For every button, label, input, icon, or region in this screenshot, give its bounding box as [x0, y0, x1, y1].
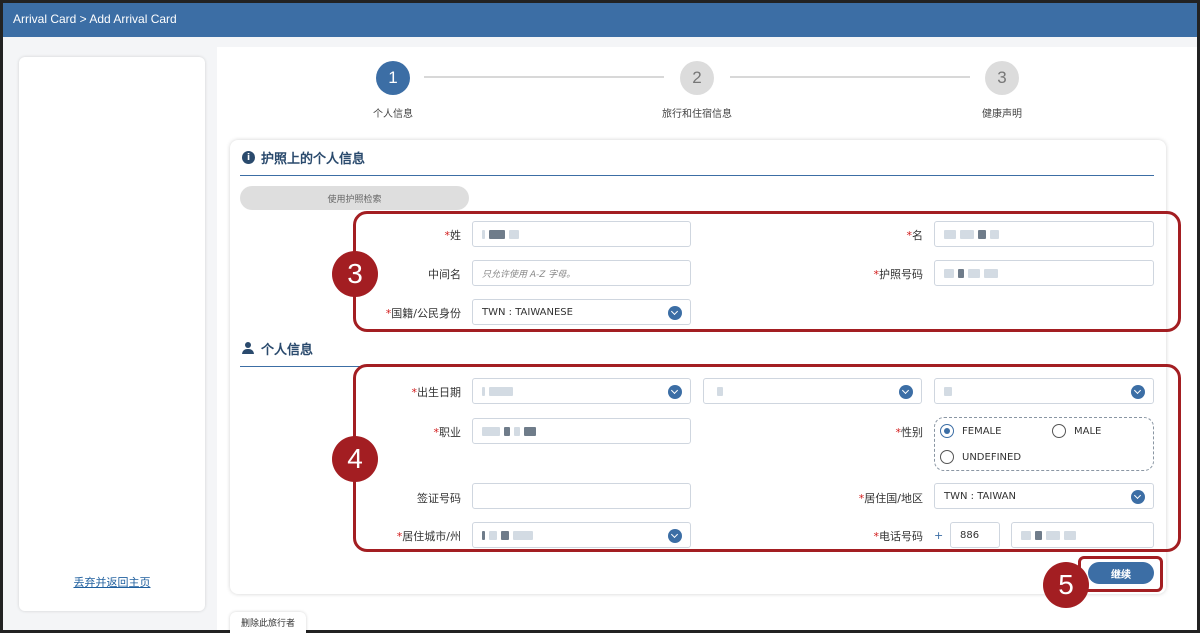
personal-section-title-text: 个人信息 — [261, 343, 314, 358]
highlight-box-4 — [353, 364, 1181, 552]
annotation-badge-4: 4 — [332, 436, 378, 482]
step-2-label: 旅行和住宿信息 — [662, 109, 732, 120]
step-3-number: 3 — [985, 61, 1019, 95]
top-bar: Arrival Card > Add Arrival Card — [3, 3, 1197, 37]
step-1[interactable]: 1 个人信息 — [353, 61, 433, 120]
step-1-number: 1 — [376, 61, 410, 95]
step-3-label: 健康声明 — [982, 109, 1022, 120]
info-icon: i — [242, 151, 255, 164]
step-connector-2 — [730, 76, 970, 78]
passport-section-title: i 护照上的个人信息 — [242, 148, 365, 167]
discard-return-home-link[interactable]: 丢弃并返回主页 — [19, 574, 205, 590]
step-3[interactable]: 3 健康声明 — [962, 61, 1042, 120]
personal-section-title: 个人信息 — [242, 339, 313, 358]
highlight-box-3 — [353, 211, 1181, 332]
step-connector-1 — [424, 76, 664, 78]
passport-section-title-text: 护照上的个人信息 — [261, 152, 366, 167]
annotation-badge-5: 5 — [1043, 562, 1089, 608]
delete-traveler-button[interactable]: 删除此旅行者 — [230, 612, 306, 633]
step-2-number: 2 — [680, 61, 714, 95]
left-sidebar: 丢弃并返回主页 — [19, 57, 205, 611]
passport-scan-button[interactable]: 使用护照检索 — [240, 186, 469, 210]
step-1-label: 个人信息 — [373, 109, 413, 120]
passport-section-divider — [240, 175, 1154, 176]
annotation-badge-3: 3 — [332, 251, 378, 297]
continue-button[interactable]: 继续 — [1088, 562, 1154, 584]
person-icon — [242, 342, 255, 355]
step-2[interactable]: 2 旅行和住宿信息 — [647, 61, 747, 120]
breadcrumb: Arrival Card > Add Arrival Card — [13, 12, 177, 26]
